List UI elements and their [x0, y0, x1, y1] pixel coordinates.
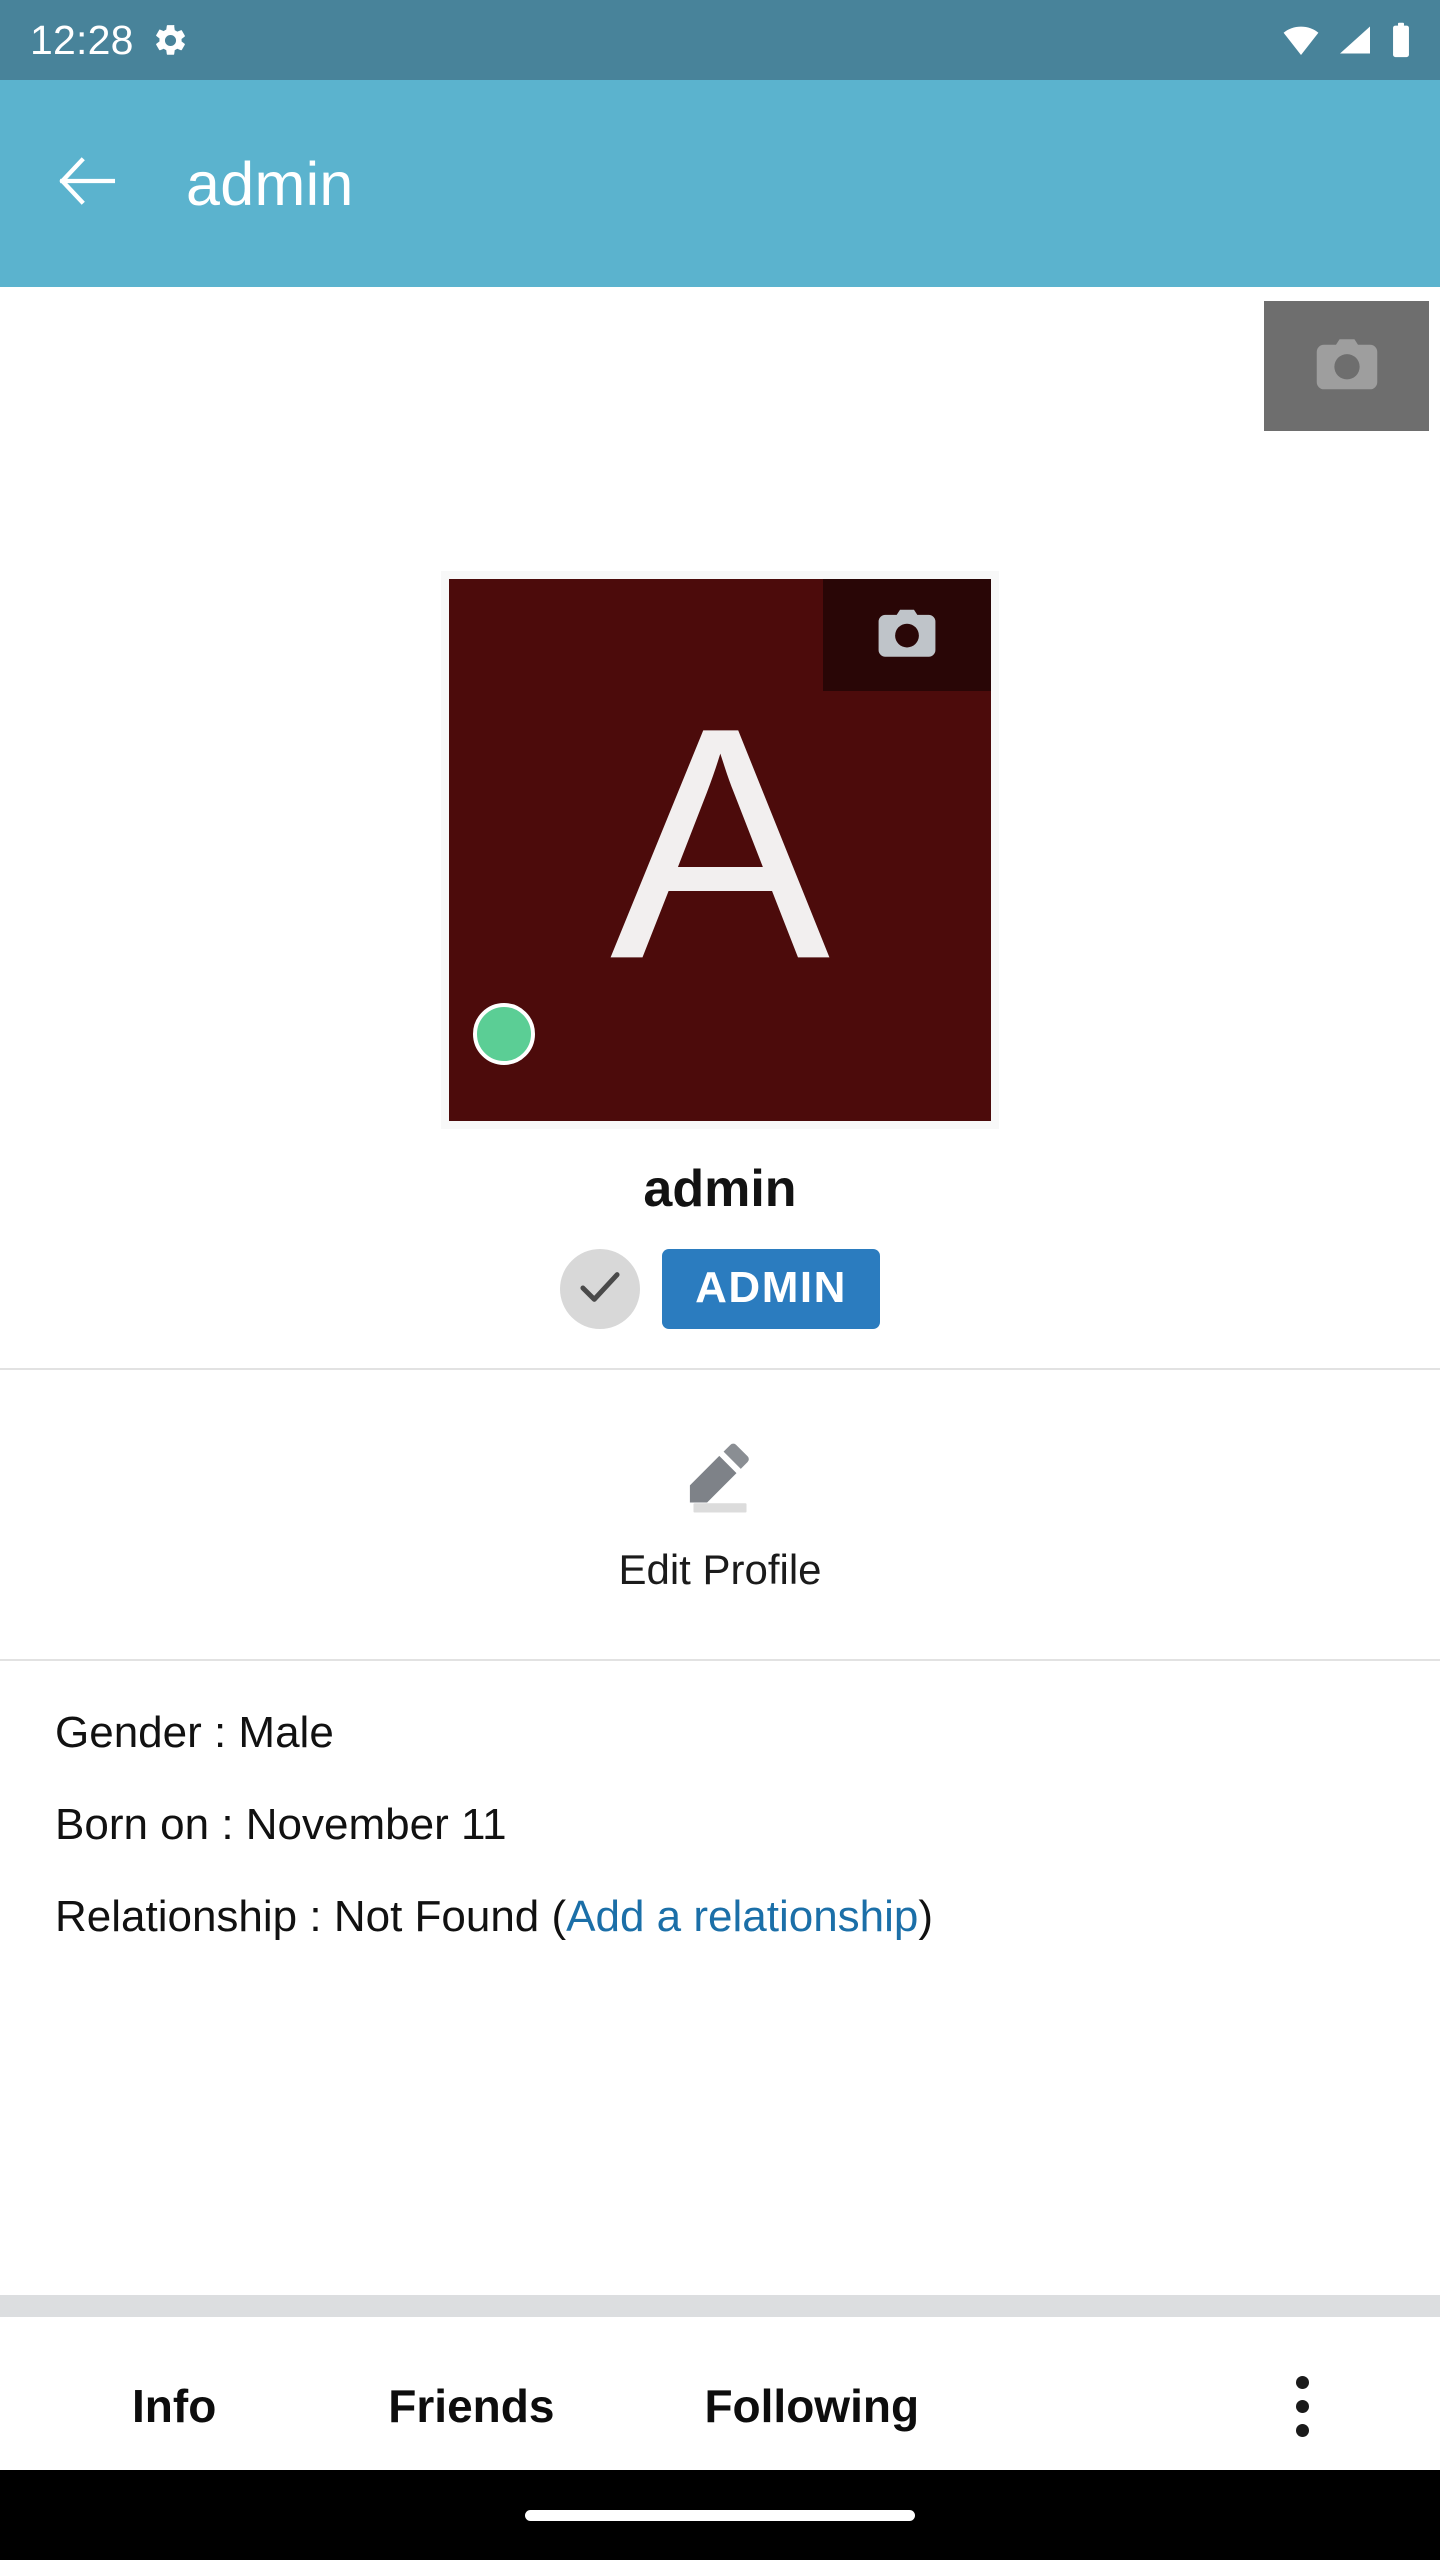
tab-info[interactable]: Info — [132, 2383, 216, 2429]
profile-badges: ADMIN — [0, 1249, 1440, 1329]
info-relationship-suffix: ) — [918, 1892, 934, 1942]
info-relationship: Relationship : Not Found (Add a relation… — [0, 1871, 1440, 1963]
tab-friends[interactable]: Friends — [388, 2383, 554, 2429]
avatar[interactable]: A — [441, 571, 999, 1129]
status-bar-clock: 12:28 — [30, 16, 134, 63]
info-gender: Gender : Male — [55, 1708, 334, 1757]
info-born-on: Born on : November 11 — [55, 1800, 507, 1850]
app-bar: admin — [0, 80, 1440, 287]
role-badge-admin[interactable]: ADMIN — [662, 1249, 880, 1329]
home-gesture-pill[interactable] — [525, 2509, 915, 2521]
avatar-camera-button[interactable] — [823, 579, 991, 691]
pencil-edit-icon — [677, 1433, 763, 1546]
check-icon — [577, 1268, 623, 1311]
online-status-dot — [473, 1003, 535, 1065]
profile-content: A admin ADMIN Edit Profile Gender: Male… — [0, 287, 1440, 2560]
profile-tab-bar: Info Friends Following — [0, 2317, 1440, 2495]
edit-profile-button[interactable]: Edit Profile — [0, 1368, 1440, 1659]
arrow-back-icon — [59, 156, 117, 211]
avatar-image: A — [449, 579, 991, 1121]
status-bar: 12:28 — [0, 0, 1440, 80]
profile-name: admin — [643, 1160, 797, 1218]
status-bar-left: 12:28 — [30, 16, 189, 63]
cover-photo-camera-button[interactable] — [1264, 301, 1429, 431]
avatar-initial: A — [609, 658, 831, 1028]
info-relationship-prefix: Relationship : Not Found ( — [55, 1892, 567, 1942]
phone-screen: 12:28 admin A admin ADMIN Edit Profile G… — [0, 0, 1440, 2560]
camera-icon — [1314, 336, 1380, 397]
wifi-icon — [1282, 25, 1320, 55]
page-title: admin — [186, 149, 354, 218]
battery-icon — [1390, 22, 1412, 58]
system-navigation-bar — [0, 2470, 1440, 2560]
back-button[interactable] — [40, 136, 136, 232]
edit-profile-label: Edit Profile — [618, 1546, 822, 1593]
add-relationship-link[interactable]: Add a relationship — [566, 1892, 918, 1941]
camera-icon — [876, 607, 938, 664]
tab-following[interactable]: Following — [704, 2383, 919, 2429]
settings-gear-icon — [152, 22, 189, 59]
verified-badge[interactable] — [560, 1249, 641, 1329]
divider — [0, 1659, 1440, 1661]
more-vertical-icon[interactable] — [1276, 2363, 1328, 2449]
cellular-signal-icon — [1337, 25, 1373, 55]
status-bar-right — [1282, 22, 1412, 58]
section-separator — [0, 2295, 1440, 2317]
profile-info-list: Gender : Male Born on : November 11 Rela… — [0, 1687, 1440, 1964]
